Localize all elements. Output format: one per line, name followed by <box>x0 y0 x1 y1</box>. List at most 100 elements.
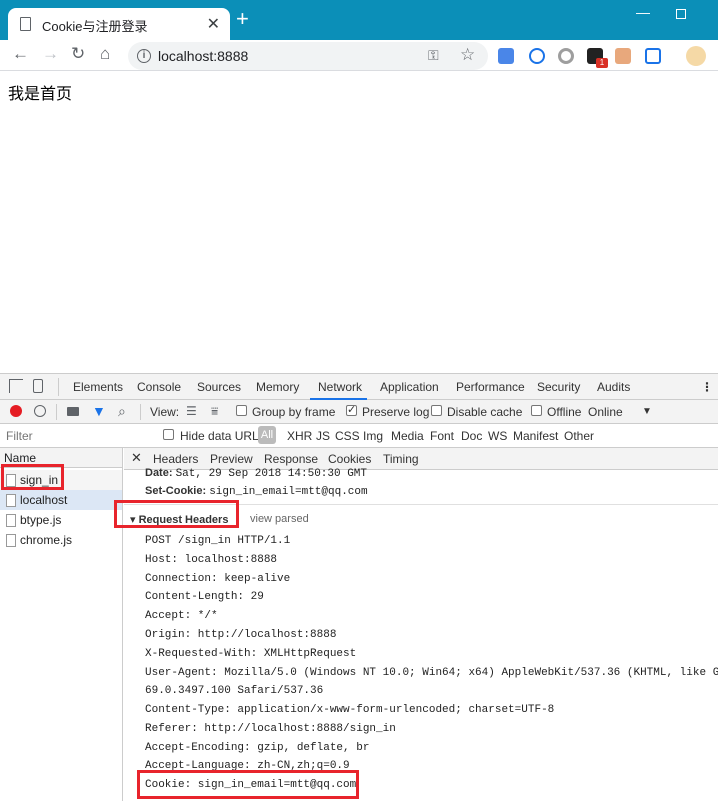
request-row-btype[interactable]: btype.js <box>0 510 122 530</box>
tab-close-icon[interactable]: ✕ <box>207 14 220 34</box>
home-icon[interactable]: ⌂ <box>100 44 110 64</box>
address-bar[interactable]: i localhost:8888 ⚿ ☆ <box>128 42 488 70</box>
feather-extension-icon[interactable] <box>529 48 545 64</box>
filter-type-all[interactable]: All <box>258 426 276 444</box>
tab-elements[interactable]: Elements <box>73 380 123 394</box>
request-name: localhost <box>20 493 68 507</box>
response-header-date: Date: Sat, 29 Sep 2018 14:50:30 GMT <box>145 467 368 480</box>
request-header-line: Connection: keep-alive <box>145 573 291 585</box>
tab-response[interactable]: Response <box>264 452 318 466</box>
clear-icon[interactable] <box>34 405 46 417</box>
tab-title: Cookie与注册登录 <box>42 19 148 34</box>
tab-cookies[interactable]: Cookies <box>328 452 371 466</box>
request-header-line: Accept-Encoding: gzip, deflate, br <box>145 742 370 754</box>
request-name: btype.js <box>20 513 62 527</box>
filter-type-media[interactable]: Media <box>391 429 424 443</box>
request-header-line: User-Agent: Mozilla/5.0 (Windows NT 10.0… <box>145 667 718 679</box>
highlight-box-cookie <box>137 770 359 799</box>
file-icon <box>6 494 16 507</box>
highlight-box-request-headers <box>114 500 239 528</box>
request-header-line: Accept: */* <box>145 610 218 622</box>
circle-extension-icon[interactable] <box>558 48 574 64</box>
filter-funnel-icon[interactable]: ▼ <box>92 403 106 419</box>
minimize-window-icon[interactable]: — <box>636 4 650 20</box>
request-header-line: Host: localhost:8888 <box>145 554 278 566</box>
tab-memory[interactable]: Memory <box>256 380 299 394</box>
request-header-line: Origin: http://localhost:8888 <box>145 629 337 641</box>
preserve-log-checkbox[interactable] <box>346 403 357 416</box>
inspect-element-icon[interactable] <box>9 379 23 393</box>
forward-icon[interactable]: → <box>42 44 59 64</box>
translate-extension-icon[interactable] <box>498 48 514 64</box>
devtools-tab-bar: Elements Console Sources Memory Network … <box>0 374 718 400</box>
network-filter-bar: Hide data URLs All XHR JS CSS Img Media … <box>0 424 718 448</box>
filter-type-ws[interactable]: WS <box>488 429 507 443</box>
close-detail-icon[interactable]: ✕ <box>131 450 142 466</box>
dictionary-extension-icon[interactable] <box>645 48 661 64</box>
capture-screenshots-icon[interactable] <box>67 407 79 416</box>
filter-type-js[interactable]: JS <box>316 429 330 443</box>
record-icon[interactable] <box>10 405 22 417</box>
highlight-box-request <box>1 464 64 490</box>
address-url[interactable]: localhost:8888 <box>158 48 248 64</box>
group-by-frame-checkbox[interactable] <box>236 405 247 416</box>
tab-application[interactable]: Application <box>380 380 439 394</box>
filter-type-font[interactable]: Font <box>430 429 454 443</box>
request-list: Name sign_in localhost btype.js chrome.j… <box>0 448 123 801</box>
tab-headers[interactable]: Headers <box>153 452 198 466</box>
tab-timing[interactable]: Timing <box>383 452 419 466</box>
response-header-set-cookie: Set-Cookie: sign_in_email=mtt@qq.com <box>145 485 368 498</box>
request-row-chrome[interactable]: chrome.js <box>0 530 122 550</box>
tab-console[interactable]: Console <box>137 380 181 394</box>
request-header-line: Content-Length: 29 <box>145 591 264 603</box>
tab-network[interactable]: Network <box>318 380 362 394</box>
tab-sources[interactable]: Sources <box>197 380 241 394</box>
view-parsed-link[interactable]: view parsed <box>250 513 309 525</box>
network-controls-bar: ▼ ⌕ View: ☰ ⩸ Group by frame Preserve lo… <box>0 400 718 424</box>
filter-input[interactable] <box>0 424 150 447</box>
new-tab-button[interactable]: + <box>236 8 249 30</box>
filter-type-img[interactable]: Img <box>363 429 383 443</box>
filter-type-css[interactable]: CSS <box>335 429 360 443</box>
key-icon[interactable]: ⚿ <box>428 47 439 64</box>
extension-badge: 1 <box>596 58 608 68</box>
browser-tab[interactable]: Cookie与注册登录 ✕ <box>8 8 230 40</box>
avatar[interactable] <box>686 46 706 66</box>
filter-type-doc[interactable]: Doc <box>461 429 482 443</box>
request-name: chrome.js <box>20 533 73 547</box>
disable-cache-checkbox[interactable] <box>431 405 442 416</box>
disable-cache-label: Disable cache <box>447 405 523 419</box>
waterfall-icon[interactable]: ⩸ <box>211 404 218 419</box>
offline-checkbox[interactable] <box>531 405 542 416</box>
request-header-line: POST /sign_in HTTP/1.1 <box>145 535 291 547</box>
hide-data-urls-checkbox[interactable] <box>163 429 174 440</box>
group-by-frame-label: Group by frame <box>252 405 336 419</box>
maximize-window-icon[interactable] <box>676 9 686 19</box>
devtools-panel: Elements Console Sources Memory Network … <box>0 373 718 801</box>
page-body-text: 我是首页 <box>8 86 73 103</box>
tab-preview[interactable]: Preview <box>210 452 253 466</box>
browser-toolbar: ← → ↻ ⌂ i localhost:8888 ⚿ ☆ 1 <box>0 40 718 71</box>
preserve-log-label: Preserve log <box>362 405 430 419</box>
bookmark-star-icon[interactable]: ☆ <box>460 45 475 65</box>
request-header-line: Referer: http://localhost:8888/sign_in <box>145 723 396 735</box>
device-toolbar-icon[interactable] <box>33 379 43 393</box>
large-rows-icon[interactable]: ☰ <box>186 404 197 418</box>
filter-type-manifest[interactable]: Manifest <box>513 429 558 443</box>
request-row-localhost[interactable]: localhost <box>0 490 122 510</box>
tab-performance[interactable]: Performance <box>456 380 525 394</box>
devtools-menu-icon[interactable]: ⋮ <box>701 380 713 394</box>
throttling-select[interactable]: Online <box>588 405 623 419</box>
filter-type-other[interactable]: Other <box>564 429 594 443</box>
search-icon[interactable]: ⌕ <box>118 403 126 420</box>
tab-audits[interactable]: Audits <box>597 380 630 394</box>
reload-icon[interactable]: ↻ <box>71 44 85 64</box>
browser-tab-bar: Cookie与注册登录 ✕ + — <box>0 0 718 40</box>
chevron-down-icon[interactable]: ▼ <box>642 406 652 417</box>
filter-type-xhr[interactable]: XHR <box>287 429 312 443</box>
back-icon[interactable]: ← <box>12 44 29 64</box>
tab-security[interactable]: Security <box>537 380 580 394</box>
site-info-icon[interactable]: i <box>137 49 151 63</box>
face-extension-icon[interactable] <box>615 48 631 64</box>
view-label: View: <box>150 405 180 419</box>
